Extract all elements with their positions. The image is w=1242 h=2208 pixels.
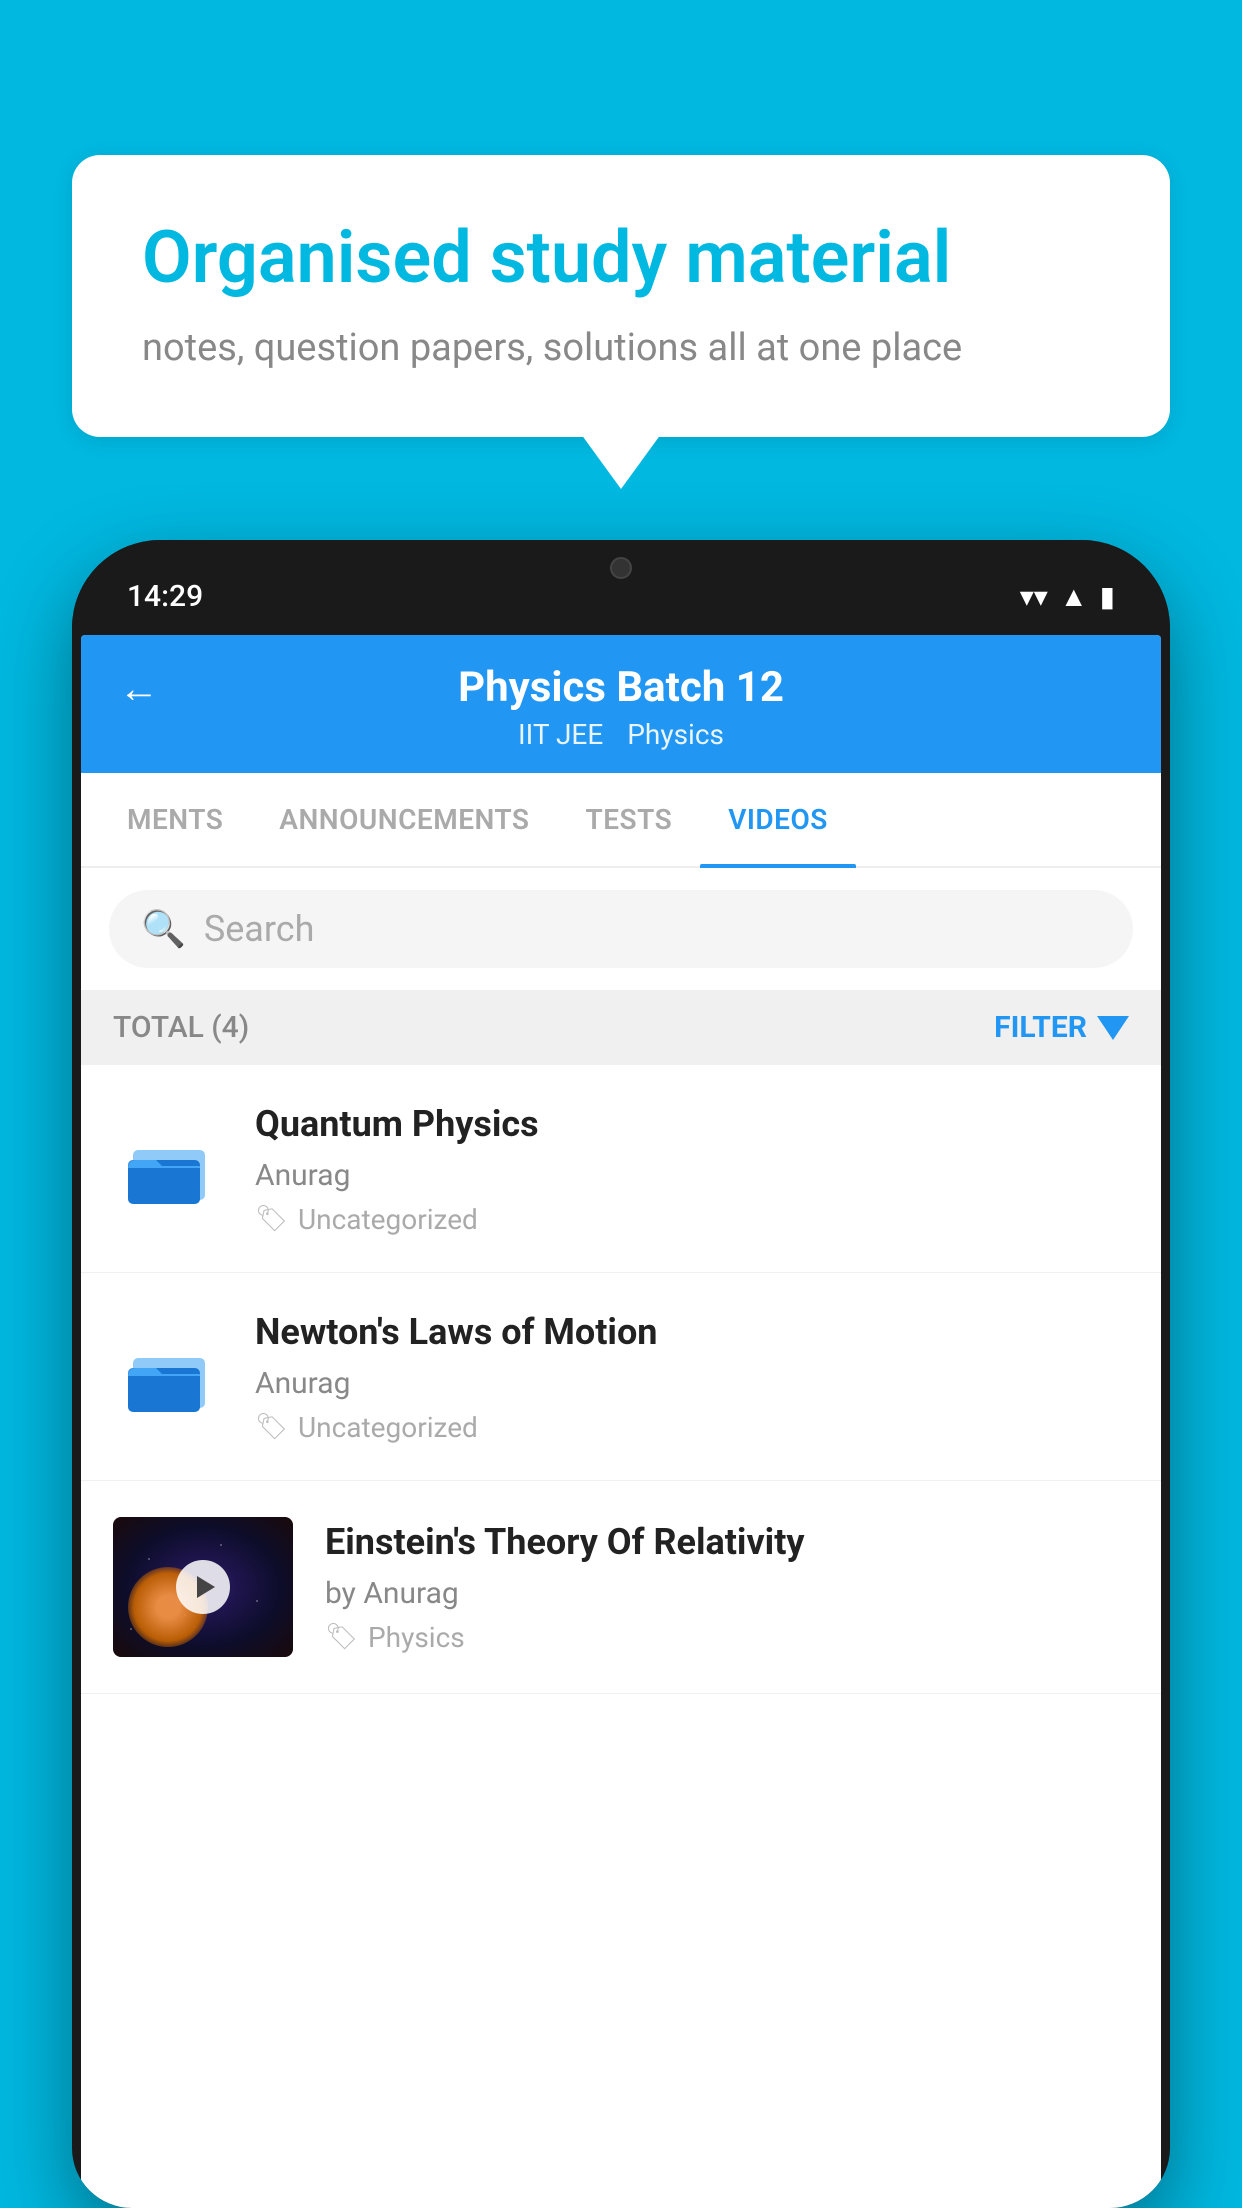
search-container: 🔍 Search [81,868,1161,990]
list-item[interactable]: Quantum Physics Anurag 🏷 Uncategorized [81,1065,1161,1273]
tag-label: Uncategorized [298,1203,478,1236]
tab-ments[interactable]: MENTS [99,773,251,866]
filter-button[interactable]: FILTER [994,1010,1129,1045]
tag-icon: 🏷 [255,1412,288,1442]
list-item[interactable]: Newton's Laws of Motion Anurag 🏷 Uncateg… [81,1273,1161,1481]
tab-tests[interactable]: TESTS [558,773,701,866]
video-info: Einstein's Theory Of Relativity by Anura… [325,1519,1129,1654]
filter-bar: TOTAL (4) FILTER [81,990,1161,1065]
speech-bubble: Organised study material notes, question… [72,155,1170,437]
status-icons: ▾▾ ▲ ▮ [1020,580,1115,613]
video-thumbnail [113,1517,293,1657]
tab-videos[interactable]: VIDEOS [700,773,856,866]
video-tag: 🏷 Uncategorized [255,1411,1129,1444]
status-time: 14:29 [127,579,203,614]
tag-label: Physics [368,1621,465,1654]
wifi-icon: ▾▾ [1020,580,1048,613]
video-title: Einstein's Theory Of Relativity [325,1519,1129,1566]
list-item[interactable]: Einstein's Theory Of Relativity by Anura… [81,1481,1161,1694]
play-button[interactable] [176,1560,230,1614]
tab-announcements[interactable]: ANNOUNCEMENTS [251,773,557,866]
notch [521,540,721,595]
video-author: Anurag [255,1366,1129,1401]
video-tag: 🏷 Physics [325,1621,1129,1654]
app-header: ← Physics Batch 12 IIT JEE Physics [81,635,1161,773]
bubble-subtitle: notes, question papers, solutions all at… [142,322,1100,375]
header-subtitle: IIT JEE Physics [518,718,724,751]
video-author: Anurag [255,1158,1129,1193]
battery-icon: ▮ [1100,580,1115,613]
folder-svg [123,1128,213,1208]
camera-dot [610,557,632,579]
status-bar: 14:29 ▾▾ ▲ ▮ [72,540,1170,635]
video-title: Quantum Physics [255,1101,1129,1148]
video-title: Newton's Laws of Motion [255,1309,1129,1356]
tag-label: Uncategorized [298,1411,478,1444]
play-icon [197,1576,215,1598]
tag-icon: 🏷 [325,1622,358,1652]
folder-svg [123,1336,213,1416]
folder-icon [113,1113,223,1223]
app-screen: ← Physics Batch 12 IIT JEE Physics MENTS… [81,635,1161,2208]
total-count: TOTAL (4) [113,1010,249,1045]
search-bar[interactable]: 🔍 Search [109,890,1133,968]
filter-label: FILTER [994,1010,1087,1045]
filter-icon [1097,1016,1129,1040]
signal-icon: ▲ [1060,580,1088,613]
video-info: Quantum Physics Anurag 🏷 Uncategorized [255,1101,1129,1236]
search-placeholder: Search [204,908,315,950]
folder-icon [113,1321,223,1431]
tag-icon: 🏷 [255,1204,288,1234]
subtitle-iit: IIT JEE [518,718,603,751]
header-title: Physics Batch 12 [458,663,784,712]
video-info: Newton's Laws of Motion Anurag 🏷 Uncateg… [255,1309,1129,1444]
phone-frame: 14:29 ▾▾ ▲ ▮ ← Physics Batch 12 IIT JEE … [72,540,1170,2208]
bubble-title: Organised study material [142,217,1100,300]
back-button[interactable]: ← [119,665,159,712]
search-icon: 🔍 [141,908,186,950]
video-author: by Anurag [325,1576,1129,1611]
tab-bar: MENTS ANNOUNCEMENTS TESTS VIDEOS [81,773,1161,868]
subtitle-physics: Physics [627,718,724,751]
video-tag: 🏷 Uncategorized [255,1203,1129,1236]
video-list: Quantum Physics Anurag 🏷 Uncategorized [81,1065,1161,1694]
speech-bubble-container: Organised study material notes, question… [72,155,1170,437]
